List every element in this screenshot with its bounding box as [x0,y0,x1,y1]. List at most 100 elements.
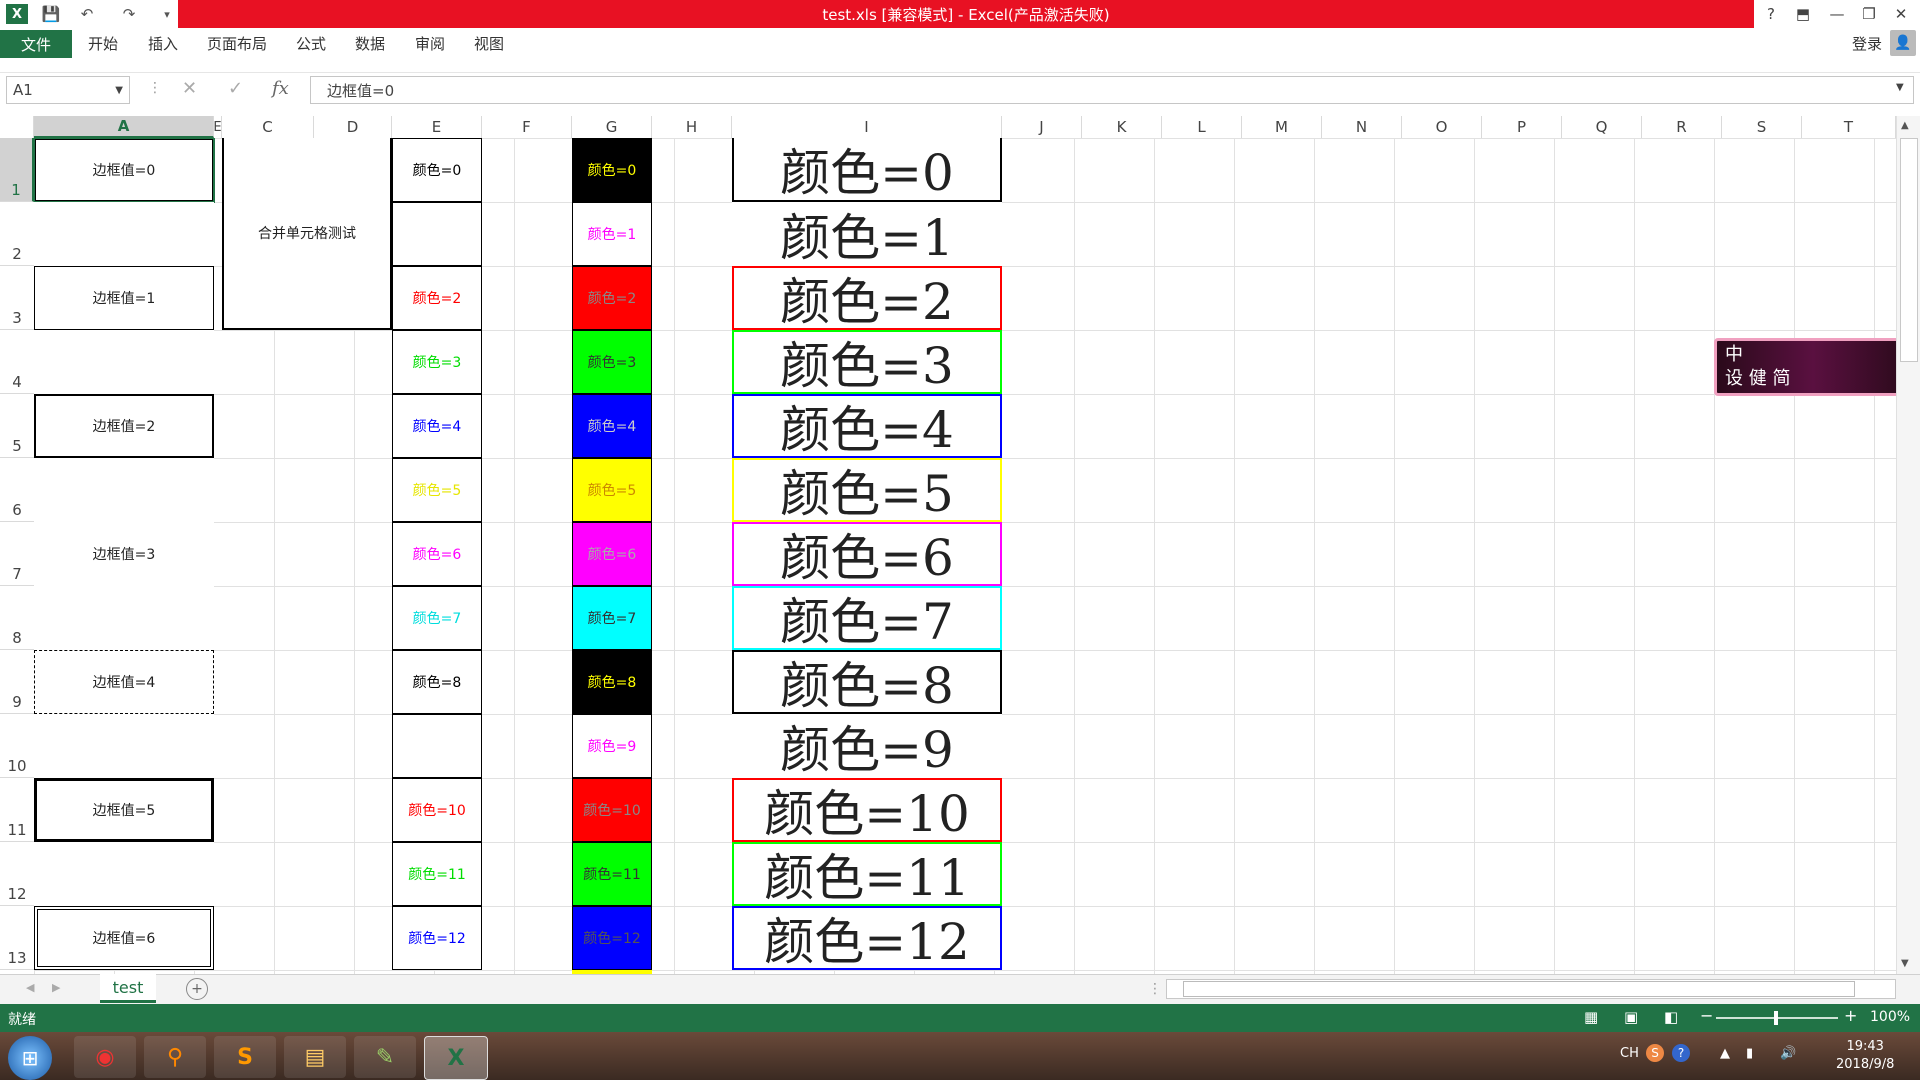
ime-indicator[interactable]: CH [1620,1046,1639,1061]
vertical-scroll-thumb[interactable] [1900,138,1918,362]
cell-g8[interactable]: 颜色=7 [572,586,652,650]
cell-a2[interactable] [34,202,214,266]
cell-g13[interactable]: 颜色=12 [572,906,652,970]
cell-g2[interactable]: 颜色=1 [572,202,652,266]
cell-g5[interactable]: 颜色=4 [572,394,652,458]
row-header-4[interactable]: 4 [0,330,34,394]
row-header-6[interactable]: 6 [0,458,34,522]
sheet-tab-test[interactable]: test [100,974,156,1003]
cell-g11[interactable]: 颜色=10 [572,778,652,842]
cell-i6[interactable]: 颜色=5 [732,458,1002,523]
customize-quick-access-icon[interactable]: ▾ [156,4,178,24]
column-header-h[interactable]: H [652,116,732,138]
sogou-icon[interactable]: S [1646,1044,1664,1062]
cell-a6-a8[interactable]: 边框值=3 [34,458,214,650]
start-button-icon[interactable]: ⊞ [8,1036,52,1080]
close-icon[interactable]: ✕ [1886,2,1916,26]
help-icon[interactable]: ? [1756,2,1786,26]
normal-view-icon[interactable]: ▦ [1584,1008,1598,1026]
cell-e9[interactable]: 颜色=8 [392,650,482,714]
cell-e6[interactable]: 颜色=5 [392,458,482,522]
column-header-p[interactable]: P [1482,116,1562,138]
cell-a4[interactable] [34,330,214,394]
row-header-2[interactable]: 2 [0,202,34,266]
column-header-q[interactable]: Q [1562,116,1642,138]
cell-g10[interactable]: 颜色=9 [572,714,652,778]
cell-i5[interactable]: 颜色=4 [732,394,1002,459]
column-header-b-hidden[interactable]: E [213,116,222,138]
cell-g3[interactable]: 颜色=2 [572,266,652,330]
expand-formula-bar-icon[interactable]: ▼ [1896,82,1904,93]
column-header-j[interactable]: J [1002,116,1082,138]
column-header-f[interactable]: F [482,116,572,138]
cell-e2[interactable] [392,202,482,266]
row-header-1[interactable]: 1 [0,138,34,202]
horizontal-scrollbar[interactable] [1166,979,1896,999]
name-box-dropdown-icon[interactable]: ▼ [115,85,123,96]
column-header-n[interactable]: N [1322,116,1402,138]
cell-i1[interactable]: 颜色=0 [732,138,1002,202]
notepad-taskbar-icon[interactable]: ✎ [354,1036,416,1078]
column-header-m[interactable]: M [1242,116,1322,138]
column-header-g[interactable]: G [572,116,652,138]
zoom-level[interactable]: 100% [1870,1009,1910,1025]
tray-expand-icon[interactable]: ▲ [1720,1046,1730,1061]
undo-icon[interactable]: ↶ [76,4,98,24]
system-clock[interactable]: 19:43 2018/9/8 [1836,1038,1894,1074]
column-header-e[interactable]: E [392,116,482,138]
cell-e7[interactable]: 颜色=6 [392,522,482,586]
cell-i8[interactable]: 颜色=7 [732,586,1002,651]
zoom-in-icon[interactable]: + [1844,1006,1857,1025]
tab-file[interactable]: 文件 [0,30,72,58]
column-header-s[interactable]: S [1722,116,1802,138]
cell-a13[interactable]: 边框值=6 [34,906,214,970]
zoom-slider-thumb[interactable] [1774,1011,1778,1025]
column-header-l[interactable]: L [1162,116,1242,138]
cell-e1[interactable]: 颜色=0 [392,138,482,202]
cell-g1[interactable]: 颜色=0 [572,138,652,202]
column-header-t[interactable]: T [1802,116,1896,138]
column-header-i[interactable]: I [732,116,1002,138]
user-avatar-icon[interactable]: 👤 [1890,30,1916,56]
page-layout-view-icon[interactable]: ▣ [1624,1008,1638,1026]
row-header-12[interactable]: 12 [0,842,34,906]
row-header-9[interactable]: 9 [0,650,34,714]
file-explorer-taskbar-icon[interactable]: ▤ [284,1036,346,1078]
excel-taskbar-icon[interactable]: X [424,1036,488,1080]
tab-view[interactable]: 视图 [474,28,504,58]
column-header-k[interactable]: K [1082,116,1162,138]
redo-icon[interactable]: ↷ [118,4,140,24]
zoom-slider[interactable] [1716,1011,1838,1025]
vertical-scrollbar[interactable]: ▲ ▼ [1896,116,1920,974]
cell-i3[interactable]: 颜色=2 [732,266,1002,331]
row-header-13[interactable]: 13 [0,906,34,970]
select-all-corner[interactable] [0,116,34,138]
cell-g12[interactable]: 颜色=11 [572,842,652,906]
network-icon[interactable]: ▮ [1746,1046,1753,1061]
column-header-c[interactable]: C [222,116,314,138]
worksheet-grid[interactable]: 边框值=0 边框值=1 边框值=2 边框值=3 边框值=4 边框值=5 边框值=… [34,138,1896,974]
insert-function-icon[interactable]: fx [272,78,289,99]
save-icon[interactable]: 💾 [40,4,62,24]
scroll-up-icon[interactable]: ▲ [1901,120,1909,131]
sublime-taskbar-icon[interactable]: S [214,1036,276,1078]
column-header-a[interactable]: A [34,116,214,138]
row-header-5[interactable]: 5 [0,394,34,458]
cell-a12[interactable] [34,842,214,906]
enter-icon[interactable]: ✓ [228,78,243,99]
cell-i2[interactable]: 颜色=1 [732,202,1002,267]
cell-e11[interactable]: 颜色=10 [392,778,482,842]
chrome-taskbar-icon[interactable]: ◉ [74,1036,136,1078]
restore-icon[interactable]: ❐ [1854,2,1884,26]
cell-i4[interactable]: 颜色=3 [732,330,1002,395]
tab-insert[interactable]: 插入 [148,28,178,58]
zoom-out-icon[interactable]: − [1700,1006,1713,1025]
login-link[interactable]: 登录 [1852,28,1882,58]
horizontal-scroll-thumb[interactable] [1183,981,1855,997]
cell-g7[interactable]: 颜色=6 [572,522,652,586]
cell-i12[interactable]: 颜色=11 [732,842,1002,907]
cell-e13[interactable]: 颜色=12 [392,906,482,970]
add-sheet-icon[interactable]: + [186,978,208,1000]
sheet-next-icon[interactable]: ▶ [52,981,60,994]
volume-icon[interactable]: 🔊 [1780,1046,1796,1061]
